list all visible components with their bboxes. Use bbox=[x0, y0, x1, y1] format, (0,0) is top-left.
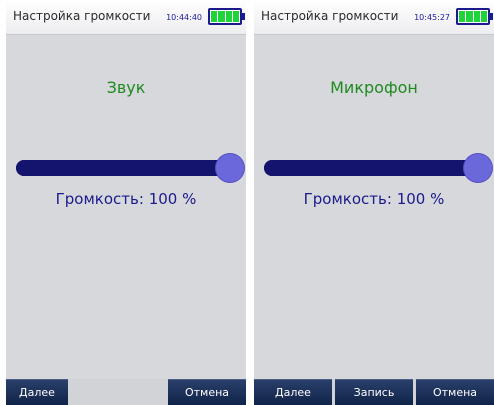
button-bar: Далее Отмена bbox=[6, 379, 246, 405]
volume-label: Громкость: bbox=[303, 190, 392, 208]
microphone-volume-screen: Настройка громкости 10:45:27 Микрофон Гр… bbox=[254, 0, 494, 405]
screen-title: Настройка громкости bbox=[13, 9, 151, 23]
volume-label: Громкость: bbox=[55, 190, 144, 208]
button-bar: Далее Запись Отмена bbox=[254, 379, 494, 405]
slider-track[interactable] bbox=[16, 160, 230, 176]
status-bar: Настройка громкости 10:45:27 bbox=[254, 0, 494, 35]
battery-terminal bbox=[490, 13, 493, 20]
sound-volume-screen: Настройка громкости 10:44:40 Звук Громко… bbox=[6, 0, 246, 405]
volume-unit: % bbox=[182, 190, 197, 208]
slider-track[interactable] bbox=[264, 160, 478, 176]
clock: 10:45:27 bbox=[414, 13, 450, 22]
volume-value: 100 bbox=[148, 190, 178, 208]
cancel-button[interactable]: Отмена bbox=[168, 379, 246, 405]
volume-unit: % bbox=[430, 190, 445, 208]
battery-icon bbox=[208, 8, 242, 25]
volume-slider[interactable] bbox=[16, 154, 244, 182]
volume-readout: Громкость: 100 % bbox=[254, 190, 494, 208]
sound-heading: Звук bbox=[106, 78, 146, 97]
cancel-button[interactable]: Отмена bbox=[416, 379, 494, 405]
slider-fill bbox=[264, 160, 478, 176]
battery-terminal bbox=[242, 13, 245, 20]
clock: 10:44:40 bbox=[166, 13, 202, 22]
battery-icon bbox=[456, 8, 490, 25]
volume-value: 100 bbox=[396, 190, 426, 208]
slider-fill bbox=[16, 160, 230, 176]
slider-thumb[interactable] bbox=[464, 154, 492, 182]
record-button[interactable]: Запись bbox=[335, 379, 413, 405]
next-button[interactable]: Далее bbox=[254, 379, 332, 405]
screen-title: Настройка громкости bbox=[261, 9, 399, 23]
volume-readout: Громкость: 100 % bbox=[6, 190, 246, 208]
status-bar: Настройка громкости 10:44:40 bbox=[6, 0, 246, 35]
microphone-heading: Микрофон bbox=[330, 78, 418, 97]
volume-slider[interactable] bbox=[264, 154, 492, 182]
slider-thumb[interactable] bbox=[216, 154, 244, 182]
next-button[interactable]: Далее bbox=[6, 379, 68, 405]
